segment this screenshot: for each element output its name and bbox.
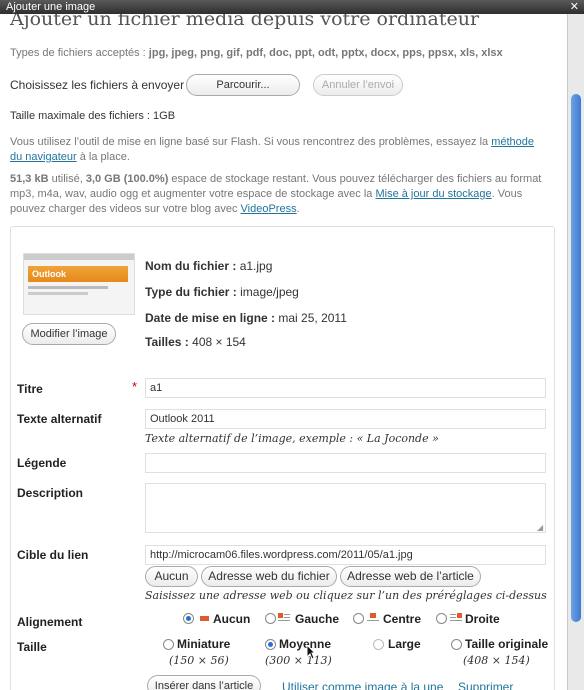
dialog-titlebar: Ajouter une image ✕ (0, 0, 584, 14)
size-thumbnail-radio[interactable] (163, 639, 174, 650)
mouse-cursor-icon (306, 644, 316, 660)
align-center-icon (367, 613, 379, 622)
size-thumbnail-label: Miniature (177, 637, 231, 651)
title-label: Titre (17, 382, 43, 396)
delete-link[interactable]: Supprimer (458, 680, 513, 690)
videopress-link[interactable]: VideoPress (241, 203, 297, 215)
edit-image-button[interactable]: Modifier l’image (22, 323, 116, 345)
browse-button[interactable]: Parcourir... (186, 74, 300, 96)
storage-notice: 51,3 kB utilisé, 3,0 GB (100.0%) espace … (10, 173, 542, 215)
image-thumbnail: Outlook (23, 253, 135, 315)
close-icon[interactable]: ✕ (570, 0, 579, 14)
size-thumbnail-dims: (150 × 56) (169, 654, 229, 667)
choose-files-label: Choisissez les fichiers à envoyer (10, 78, 185, 92)
align-center-label: Centre (383, 612, 422, 626)
link-none-button[interactable]: Aucun (145, 566, 198, 587)
size-large-label: Large (388, 637, 421, 651)
size-full-radio[interactable] (451, 639, 462, 650)
align-left-icon (278, 613, 290, 622)
align-none-radio[interactable] (183, 613, 194, 624)
caption-input[interactable] (145, 453, 546, 473)
caption-label: Légende (17, 456, 67, 470)
required-mark: * (132, 379, 138, 394)
description-textarea[interactable] (145, 483, 546, 533)
dialog-content: Ajouter un fichier média depuis votre or… (0, 14, 568, 690)
align-none-label: Aucun (213, 612, 251, 626)
alt-text-input[interactable]: Outlook 2011 (145, 409, 546, 429)
size-large-radio[interactable] (373, 639, 384, 650)
page-title: Ajouter un fichier média depuis votre or… (10, 14, 480, 30)
align-center-radio[interactable] (353, 613, 364, 624)
align-left-radio[interactable] (265, 613, 276, 624)
size-label: Taille (17, 640, 47, 654)
cancel-upload-button[interactable]: Annuler l’envoi (313, 74, 403, 96)
size-medium-label: Moyenne (279, 637, 332, 651)
upload-date: Date de mise en ligne : mai 25, 2011 (145, 311, 347, 325)
scrollbar-thumb[interactable] (571, 94, 581, 622)
link-url-label: Cible du lien (17, 548, 89, 562)
size-medium-radio[interactable] (265, 639, 276, 650)
set-featured-image-link[interactable]: Utiliser comme image à la une (282, 680, 443, 690)
vertical-scrollbar[interactable] (567, 14, 584, 690)
max-file-size: Taille maximale des fichiers : 1GB (10, 110, 176, 122)
align-right-icon (450, 613, 462, 622)
size-full-dims: (408 × 154) (463, 654, 530, 667)
size-medium-dims: (300 × 113) (265, 654, 332, 667)
alt-text-label: Texte alternatif (17, 412, 102, 426)
align-none-icon (199, 614, 211, 623)
media-item-panel: Outlook Modifier l’image Nom du fichier … (10, 226, 555, 690)
align-right-radio[interactable] (436, 613, 447, 624)
file-type: Type du fichier : image/jpeg (145, 285, 299, 299)
link-url-input[interactable]: http://microcam06.files.wordpress.com/20… (145, 545, 546, 565)
storage-upgrade-link[interactable]: Mise à jour du stockage (375, 188, 491, 200)
align-right-label: Droite (465, 612, 500, 626)
resize-handle-icon[interactable]: ◢ (537, 523, 543, 532)
thumbnail-caption: Outlook (28, 266, 128, 282)
dialog-title: Ajouter une image (6, 1, 96, 13)
link-hint: Saisissez une adresse web ou cliquez sur… (145, 589, 547, 602)
title-input[interactable]: a1 (145, 378, 546, 398)
alt-text-hint: Texte alternatif de l’image, exemple : «… (145, 432, 439, 445)
align-left-label: Gauche (295, 612, 340, 626)
file-name: Nom du fichier : a1.jpg (145, 259, 273, 273)
insert-into-post-button[interactable]: Insérer dans l’article (147, 675, 261, 690)
flash-notice: Vous utilisez l’outil de mise en ligne b… (10, 136, 534, 163)
size-full-label: Taille originale (465, 637, 549, 651)
link-file-url-button[interactable]: Adresse web du fichier (201, 566, 337, 587)
link-post-url-button[interactable]: Adresse web de l’article (340, 566, 481, 587)
description-label: Description (17, 486, 84, 500)
file-dimensions: Tailles : 408 × 154 (145, 335, 246, 349)
alignment-label: Alignement (17, 615, 83, 629)
accepted-types: Types de fichiers acceptés : jpg, jpeg, … (10, 47, 503, 59)
